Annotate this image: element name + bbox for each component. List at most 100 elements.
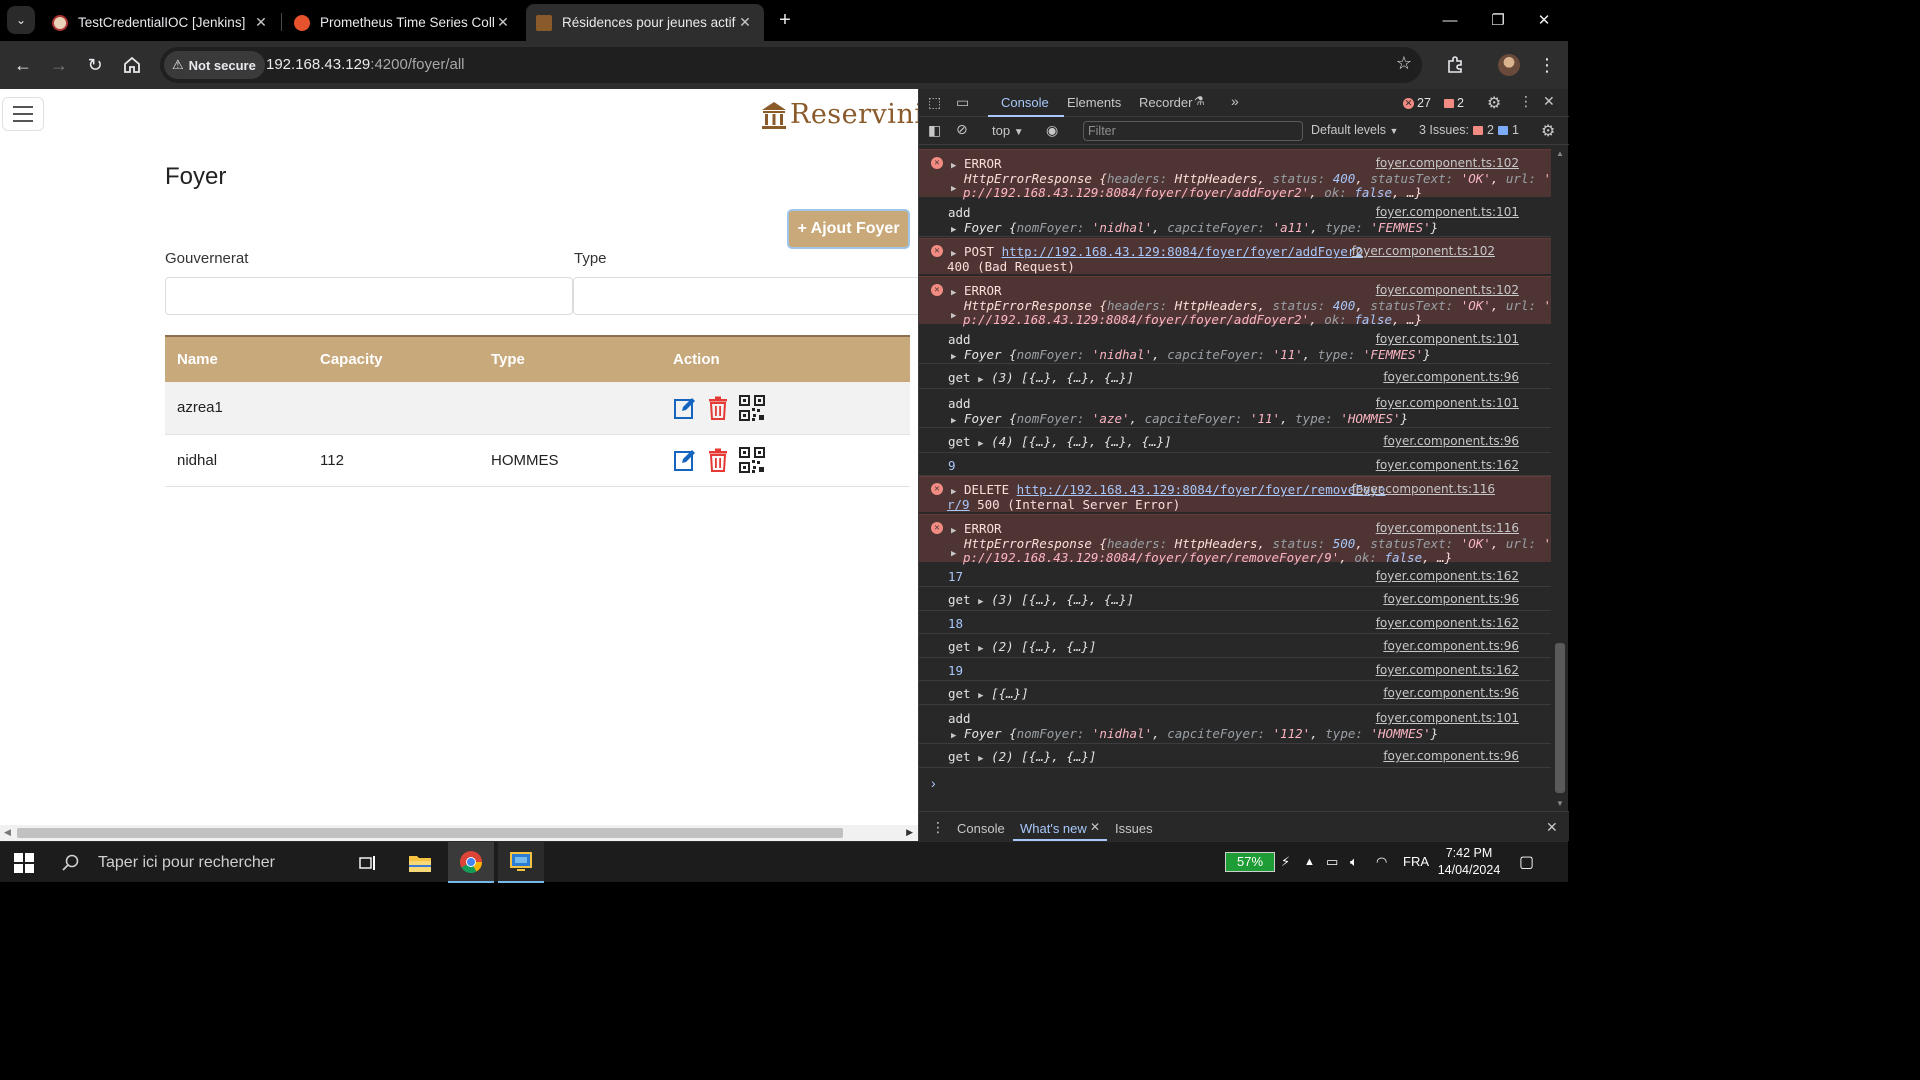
browser-tab[interactable]: TestCredentialIOC [Jenkins] ✕: [42, 4, 280, 41]
close-tab-icon[interactable]: ✕: [494, 14, 512, 31]
language-indicator[interactable]: FRA: [1403, 854, 1429, 869]
close-devtools-icon[interactable]: ✕: [1543, 93, 1555, 110]
chrome-taskbar-button[interactable]: [448, 842, 494, 883]
console-message-log[interactable]: get ▶ (3) [{…}, {…}, {…}] foyer.componen…: [919, 587, 1551, 611]
task-view-button[interactable]: [350, 842, 386, 883]
remote-app-taskbar-button[interactable]: [498, 842, 544, 883]
horizontal-scrollbar[interactable]: ◀ ▶: [0, 825, 918, 841]
close-tab-icon[interactable]: ✕: [252, 14, 270, 31]
edit-icon[interactable]: [673, 396, 697, 420]
tab-recorder[interactable]: Recorder: [1139, 95, 1192, 110]
console-message-log[interactable]: get ▶ (3) [{…}, {…}, {…}] foyer.componen…: [919, 365, 1551, 389]
source-link[interactable]: foyer.component.ts:96: [1383, 686, 1519, 700]
source-link[interactable]: foyer.component.ts:96: [1383, 434, 1519, 448]
address-bar[interactable]: ⚠ Not secure 192.168.43.129:4200/foyer/a…: [160, 47, 1422, 83]
console-message-log[interactable]: add foyer.component.ts:101 ▶ Foyer {nomF…: [919, 326, 1551, 364]
console-filter-input[interactable]: Filter: [1083, 121, 1303, 141]
battery-icon[interactable]: ▭: [1326, 854, 1338, 870]
source-link[interactable]: foyer.component.ts:101: [1376, 205, 1519, 219]
console-prompt[interactable]: ›: [931, 775, 936, 791]
qr-code-icon[interactable]: [739, 447, 765, 473]
browser-menu-button[interactable]: ⋮: [1532, 50, 1562, 80]
drawer-tab-whats-new[interactable]: What's new: [1020, 821, 1087, 836]
gouvernerat-input[interactable]: [165, 277, 573, 315]
file-explorer-button[interactable]: [398, 842, 442, 883]
context-selector[interactable]: top ▼: [992, 123, 1024, 138]
source-link[interactable]: foyer.component.ts:162: [1376, 569, 1519, 583]
scroll-up-icon[interactable]: ▲: [1556, 149, 1564, 158]
more-vert-icon[interactable]: ⋮: [1519, 93, 1533, 110]
console-message-log[interactable]: get ▶ (2) [{…}, {…}] foyer.component.ts:…: [919, 744, 1551, 768]
show-hidden-icons-chevron[interactable]: ▲: [1304, 856, 1315, 868]
source-link[interactable]: foyer.component.ts:162: [1376, 616, 1519, 630]
clock[interactable]: 7:42 PM 14/04/2024: [1430, 845, 1508, 879]
source-link[interactable]: foyer.component.ts:102: [1376, 283, 1519, 297]
issue-count-badge[interactable]: 2: [1444, 96, 1464, 110]
source-link[interactable]: foyer.component.ts:96: [1383, 749, 1519, 763]
console-message-log[interactable]: 17 foyer.component.ts:162: [919, 564, 1551, 587]
edit-icon[interactable]: [673, 448, 697, 472]
profile-avatar[interactable]: [1494, 50, 1524, 80]
menu-toggle-button[interactable]: [2, 97, 44, 131]
browser-tab[interactable]: Prometheus Time Series Collect ✕: [284, 4, 522, 41]
live-expression-eye-icon[interactable]: ◉: [1046, 122, 1058, 139]
drawer-menu-icon[interactable]: ⋮: [931, 819, 945, 836]
back-button[interactable]: ←: [8, 50, 38, 80]
scroll-down-icon[interactable]: ▼: [1556, 799, 1564, 808]
settings-gear-icon[interactable]: ⚙: [1487, 93, 1501, 113]
tab-search-button[interactable]: ⌄: [7, 6, 35, 34]
restore-button[interactable]: ❐: [1474, 0, 1522, 40]
console-message-log[interactable]: add foyer.component.ts:101 ▶ Foyer {nomF…: [919, 390, 1551, 428]
reload-button[interactable]: ↻: [80, 50, 110, 80]
forward-button[interactable]: →: [44, 50, 74, 80]
new-tab-button[interactable]: +: [773, 8, 797, 32]
source-link[interactable]: foyer.component.ts:162: [1376, 458, 1519, 472]
console-message-log[interactable]: add foyer.component.ts:101 ▶ Foyer {nomF…: [919, 199, 1551, 237]
source-link[interactable]: foyer.component.ts:101: [1376, 332, 1519, 346]
tab-elements[interactable]: Elements: [1067, 95, 1121, 110]
taskbar-search[interactable]: Taper ici pour rechercher: [50, 842, 340, 883]
console-message-log[interactable]: 9 foyer.component.ts:162: [919, 454, 1551, 476]
volume-icon[interactable]: 🔈︎: [1350, 854, 1358, 870]
console-message-log[interactable]: get ▶ (2) [{…}, {…}] foyer.component.ts:…: [919, 634, 1551, 658]
device-toolbar-icon[interactable]: ▭: [956, 94, 969, 111]
drawer-tab-issues[interactable]: Issues: [1115, 821, 1153, 836]
tab-console[interactable]: Console: [1001, 95, 1049, 110]
more-tabs-icon[interactable]: »: [1231, 93, 1239, 109]
console-message-error[interactable]: ✕ ▶ POST http://192.168.43.129:8084/foye…: [919, 238, 1551, 274]
wifi-icon[interactable]: ◠: [1376, 854, 1387, 870]
source-link[interactable]: foyer.component.ts:96: [1383, 370, 1519, 384]
delete-icon[interactable]: [707, 396, 729, 420]
url-text[interactable]: 192.168.43.129:4200/foyer/all: [266, 56, 465, 73]
source-link[interactable]: foyer.component.ts:102: [1352, 244, 1495, 258]
console-message-error[interactable]: ✕ ▶ DELETE http://192.168.43.129:8084/fo…: [919, 476, 1551, 512]
log-levels-dropdown[interactable]: Default levels ▼: [1311, 123, 1398, 137]
qr-code-icon[interactable]: [739, 394, 765, 421]
source-link[interactable]: foyer.component.ts:96: [1383, 592, 1519, 606]
console-message-log[interactable]: 19 foyer.component.ts:162: [919, 658, 1551, 681]
browser-tab-active[interactable]: Résidences pour jeunes actifs et ✕: [526, 4, 764, 41]
source-link[interactable]: foyer.component.ts:96: [1383, 639, 1519, 653]
issues-summary[interactable]: 3 Issues: 2 1: [1419, 123, 1519, 137]
close-drawer-icon[interactable]: ✕: [1546, 819, 1558, 836]
console-message-error[interactable]: ✕ ▶ ERROR foyer.component.ts:102 ▶ HttpE…: [919, 149, 1551, 200]
notifications-icon[interactable]: ▢: [1519, 852, 1534, 872]
home-button[interactable]: [117, 50, 147, 80]
close-tab-icon[interactable]: ✕: [736, 14, 754, 31]
error-count-badge[interactable]: ✕ 27: [1403, 96, 1431, 110]
security-chip[interactable]: ⚠ Not secure: [164, 51, 265, 79]
battery-indicator[interactable]: 57%: [1225, 851, 1275, 873]
console-message-log[interactable]: get ▶ (4) [{…}, {…}, {…}, {…}] foyer.com…: [919, 429, 1551, 453]
power-icon[interactable]: ⚡: [1281, 854, 1290, 870]
source-link[interactable]: foyer.component.ts:102: [1376, 156, 1519, 170]
scroll-right-icon[interactable]: ▶: [906, 827, 913, 838]
source-link[interactable]: foyer.component.ts:101: [1376, 396, 1519, 410]
minimize-button[interactable]: —: [1426, 0, 1474, 40]
source-link[interactable]: foyer.component.ts:162: [1376, 663, 1519, 677]
brand-logo[interactable]: Reservini: [760, 99, 918, 130]
source-link[interactable]: foyer.component.ts:116: [1352, 482, 1495, 496]
bookmark-star-icon[interactable]: ☆: [1396, 53, 1412, 74]
console-message-error[interactable]: ✕ ▶ ERROR foyer.component.ts:116 ▶ HttpE…: [919, 514, 1551, 565]
sidebar-toggle-icon[interactable]: ◧: [928, 122, 941, 139]
console-scrollbar[interactable]: ▲ ▼: [1551, 145, 1569, 811]
